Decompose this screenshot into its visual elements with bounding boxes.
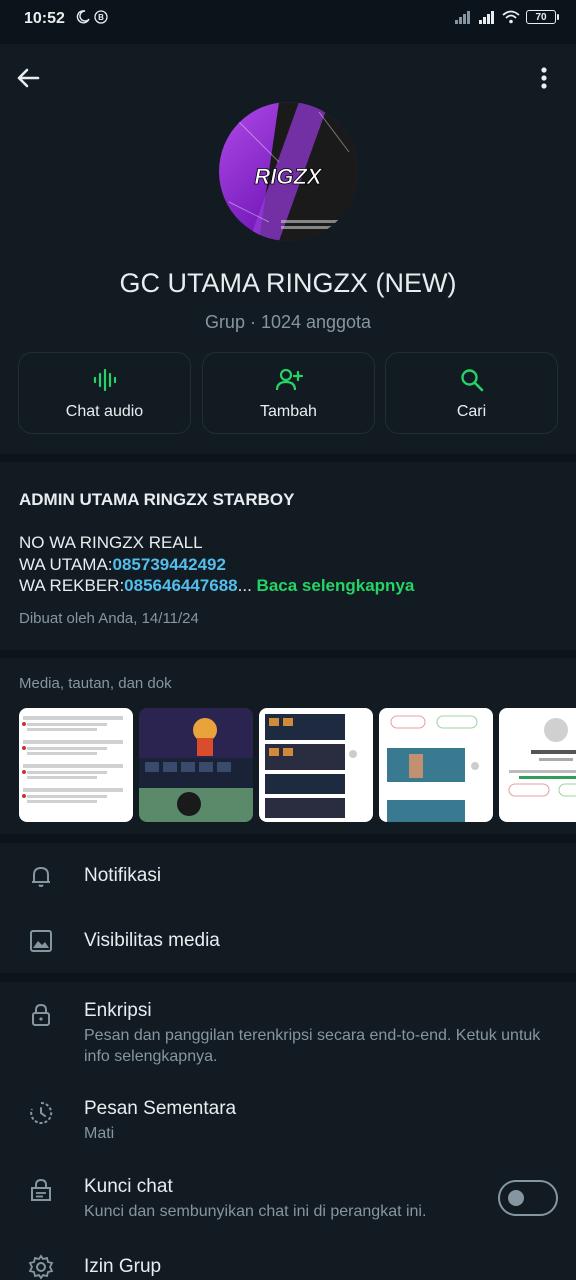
encryption-row[interactable]: Enkripsi Pesan dan panggilan terenkripsi… bbox=[0, 1000, 576, 1070]
media-visibility-row[interactable]: Visibilitas media bbox=[0, 928, 576, 976]
chat-lock-subtitle: Kunci dan sembunyikan chat ini di perang… bbox=[84, 1203, 427, 1220]
media-section: Media, tautan, dan dok bbox=[0, 658, 576, 834]
b-badge-icon: B bbox=[94, 10, 108, 24]
group-description[interactable]: ADMIN UTAMA RINGZX STARBOY NO WA RINGZX … bbox=[0, 462, 576, 650]
audio-waveform-icon bbox=[93, 368, 116, 392]
media-thumbnail[interactable] bbox=[259, 708, 373, 822]
group-header: RIGZX GC UTAMA RINGZX (NEW) Grup · 1024 … bbox=[0, 44, 576, 454]
description-line-1: NO WA RINGZX REALL bbox=[19, 533, 203, 552]
group-avatar[interactable]: RIGZX bbox=[219, 102, 358, 241]
media-visibility-title: Visibilitas media bbox=[84, 930, 220, 951]
chat-lock-row[interactable]: Kunci chat Kunci dan sembunyikan chat in… bbox=[0, 1176, 576, 1226]
signal-icon bbox=[455, 11, 470, 24]
disappearing-messages-title: Pesan Sementara bbox=[84, 1098, 237, 1119]
chat-lock-title: Kunci chat bbox=[84, 1176, 173, 1197]
image-icon bbox=[30, 930, 52, 952]
lock-icon bbox=[32, 1003, 50, 1026]
gear-icon bbox=[28, 1254, 54, 1280]
group-permissions-row[interactable]: Izin Grup bbox=[0, 1254, 576, 1280]
description-title: ADMIN UTAMA RINGZX STARBOY bbox=[19, 490, 295, 509]
search-button[interactable]: Cari bbox=[385, 352, 558, 434]
settings-group-2: Enkripsi Pesan dan panggilan terenkripsi… bbox=[0, 982, 576, 1280]
group-permissions-title: Izin Grup bbox=[84, 1256, 162, 1277]
status-time: 10:52 bbox=[24, 10, 65, 27]
chat-audio-label: Chat audio bbox=[65, 403, 144, 420]
add-member-label: Tambah bbox=[260, 403, 317, 420]
media-thumbnail[interactable] bbox=[19, 708, 133, 822]
search-icon bbox=[460, 369, 483, 392]
phone-link-rekber[interactable]: 085646447688 bbox=[124, 576, 237, 595]
media-thumbnail[interactable] bbox=[499, 708, 576, 822]
search-label: Cari bbox=[456, 403, 487, 420]
read-more-link[interactable]: Baca selengkapnya bbox=[257, 576, 415, 595]
disappearing-messages-row[interactable]: Pesan Sementara Mati bbox=[0, 1098, 576, 1148]
description-line-3: WA REKBER:085646447688... Baca selengkap… bbox=[19, 576, 415, 595]
encryption-title: Enkripsi bbox=[84, 1000, 152, 1021]
settings-group-1: Notifikasi Visibilitas media bbox=[0, 843, 576, 973]
timer-icon bbox=[30, 1101, 53, 1124]
encryption-subtitle: Pesan dan panggilan terenkripsi secara e… bbox=[84, 1027, 541, 1065]
signal-2-icon bbox=[479, 11, 494, 24]
toggle-knob bbox=[508, 1190, 524, 1206]
group-name[interactable]: GC UTAMA RINGZX (NEW) bbox=[0, 268, 576, 299]
disappearing-messages-status: Mati bbox=[84, 1125, 115, 1142]
svg-text:B: B bbox=[98, 13, 104, 22]
chat-lock-icon bbox=[31, 1178, 51, 1201]
back-arrow-icon[interactable] bbox=[14, 64, 42, 92]
status-bar: 10:52 B 70 bbox=[0, 0, 576, 40]
add-member-button[interactable]: Tambah bbox=[202, 352, 375, 434]
chat-audio-button[interactable]: Chat audio bbox=[18, 352, 191, 434]
media-thumbnail[interactable] bbox=[139, 708, 253, 822]
add-person-icon bbox=[275, 368, 303, 391]
phone-link-utama[interactable]: 085739442492 bbox=[113, 555, 226, 574]
group-member-count[interactable]: Grup · 1024 anggota bbox=[0, 312, 576, 333]
moon-icon bbox=[76, 10, 90, 24]
description-line-2: WA UTAMA:085739442492 bbox=[19, 555, 226, 574]
media-thumbnail[interactable] bbox=[379, 708, 493, 822]
chat-lock-toggle[interactable] bbox=[498, 1180, 558, 1216]
avatar-logo-text: RIGZX bbox=[254, 164, 323, 189]
created-info: Dibuat oleh Anda, 14/11/24 bbox=[19, 610, 199, 627]
wifi-icon bbox=[502, 10, 520, 24]
battery-indicator: 70 bbox=[526, 10, 559, 24]
media-title[interactable]: Media, tautan, dan dok bbox=[19, 675, 172, 692]
notifications-title: Notifikasi bbox=[84, 865, 162, 886]
bell-icon bbox=[32, 866, 50, 887]
more-options-icon[interactable] bbox=[530, 64, 558, 92]
notifications-row[interactable]: Notifikasi bbox=[0, 863, 576, 911]
